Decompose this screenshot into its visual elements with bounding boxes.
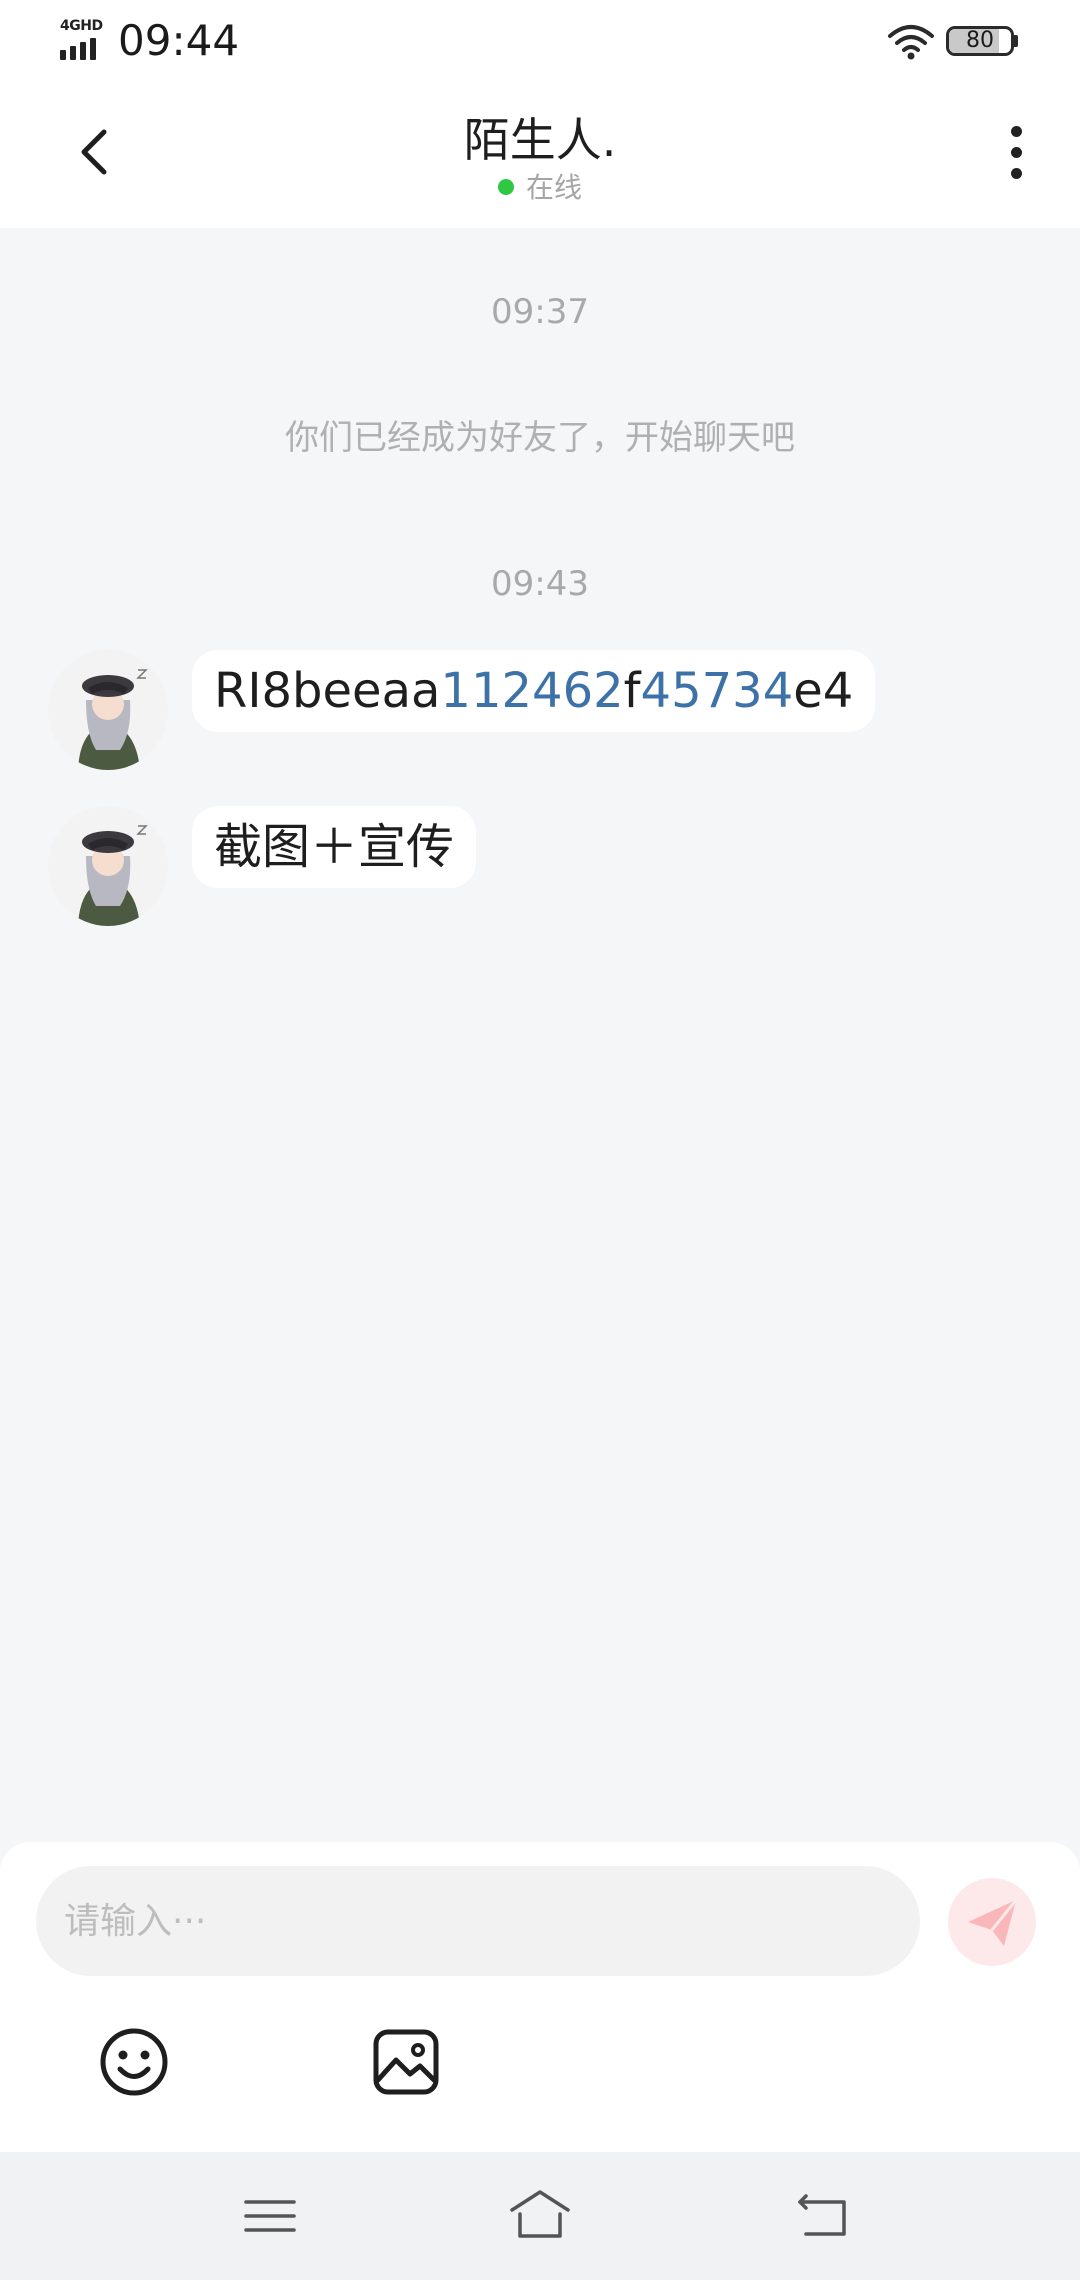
message-text: e4	[793, 663, 854, 719]
home-icon[interactable]	[508, 2186, 572, 2246]
message-link-text[interactable]: 112462	[440, 663, 623, 719]
back-icon[interactable]	[792, 2186, 856, 2246]
battery-percent: 80	[966, 28, 994, 53]
signal-icon: 4GHD	[58, 18, 108, 60]
status-time: 09:44	[118, 16, 240, 65]
network-type: 4GHD	[60, 18, 103, 34]
message-text: 截图＋宣传	[214, 819, 455, 875]
emoji-icon[interactable]	[98, 2026, 170, 2098]
battery-icon: 80	[946, 26, 1018, 56]
online-status-label: 在线	[525, 171, 582, 204]
online-dot	[497, 179, 514, 195]
message-text: RI8beeaa	[214, 663, 441, 719]
system-message: 你们已经成为好友了，开始聊天吧	[285, 418, 795, 458]
avatar[interactable]	[48, 650, 168, 770]
input-panel	[0, 1842, 1080, 2152]
wifi-icon	[888, 25, 934, 60]
send-button[interactable]	[948, 1878, 1036, 1966]
image-icon[interactable]	[370, 2026, 442, 2098]
time-separator: 09:43	[491, 564, 589, 604]
more-vertical-icon	[1010, 126, 1022, 137]
message-bubble[interactable]: RI8beeaa112462f45734e4	[192, 650, 876, 732]
chat-screen: 4GHD 09:44 80 陌生人. 在线 09:37 你们已经成为好友了，开始…	[0, 0, 1080, 2280]
more-options-button[interactable]	[996, 126, 1036, 190]
message-text: f	[623, 663, 641, 719]
avatar[interactable]	[48, 806, 168, 926]
status-bar: 4GHD 09:44 80	[0, 0, 1080, 84]
system-nav-bar	[0, 2152, 1080, 2280]
message-bubble[interactable]: 截图＋宣传	[192, 806, 477, 888]
contact-name: 陌生人.	[463, 113, 617, 167]
menu-icon[interactable]	[238, 2186, 302, 2246]
chat-header: 陌生人. 在线	[0, 84, 1080, 228]
online-status: 在线	[0, 166, 1080, 206]
send-icon	[968, 1899, 1018, 1946]
message-link-text[interactable]: 45734	[641, 663, 794, 719]
message-input[interactable]	[36, 1866, 920, 1976]
time-separator: 09:37	[491, 292, 589, 332]
